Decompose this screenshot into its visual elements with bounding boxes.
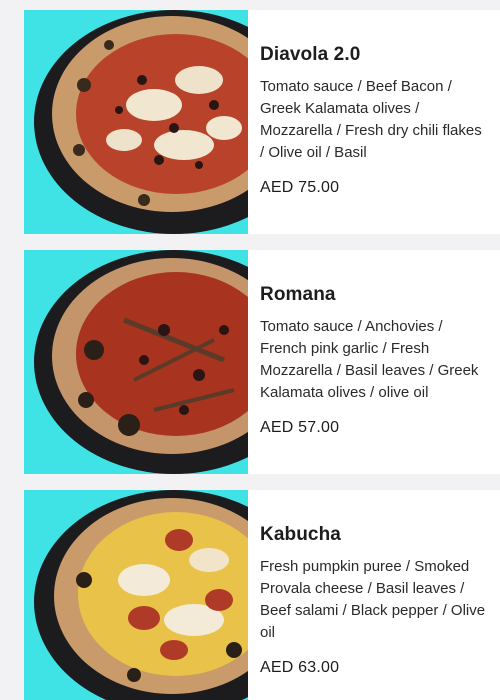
menu-item-name: Romana — [260, 284, 336, 305]
menu-item-price: AED 57.00 — [260, 419, 340, 436]
menu-item-name: Diavola 2.0 — [260, 44, 361, 65]
menu-item-card[interactable]: Diavola 2.0 Tomato sauce / Beef Bacon / … — [24, 10, 500, 234]
menu-item-price: AED 63.00 — [260, 659, 340, 676]
menu-item-price: AED 75.00 — [260, 179, 340, 196]
menu-item-info: Diavola 2.0 Tomato sauce / Beef Bacon / … — [248, 10, 498, 234]
menu-item-description: Tomato sauce / Anchovies / French pink g… — [260, 318, 479, 401]
menu-item-description: Fresh pumpkin puree / Smoked Provala che… — [260, 558, 486, 641]
menu-item-card[interactable]: Romana Tomato sauce / Anchovies / French… — [24, 250, 500, 474]
menu-item-info: Kabucha Fresh pumpkin puree / Smoked Pro… — [248, 490, 498, 700]
pizza-photo — [24, 10, 248, 234]
pizza-photo — [24, 490, 248, 700]
menu-item-description: Tomato sauce / Beef Bacon / Greek Kalama… — [260, 78, 482, 161]
pizza-photo — [24, 250, 248, 474]
menu-item-card[interactable]: Kabucha Fresh pumpkin puree / Smoked Pro… — [24, 490, 500, 700]
menu-item-info: Romana Tomato sauce / Anchovies / French… — [248, 250, 498, 474]
menu-list: Diavola 2.0 Tomato sauce / Beef Bacon / … — [0, 0, 500, 700]
menu-item-name: Kabucha — [260, 524, 341, 545]
